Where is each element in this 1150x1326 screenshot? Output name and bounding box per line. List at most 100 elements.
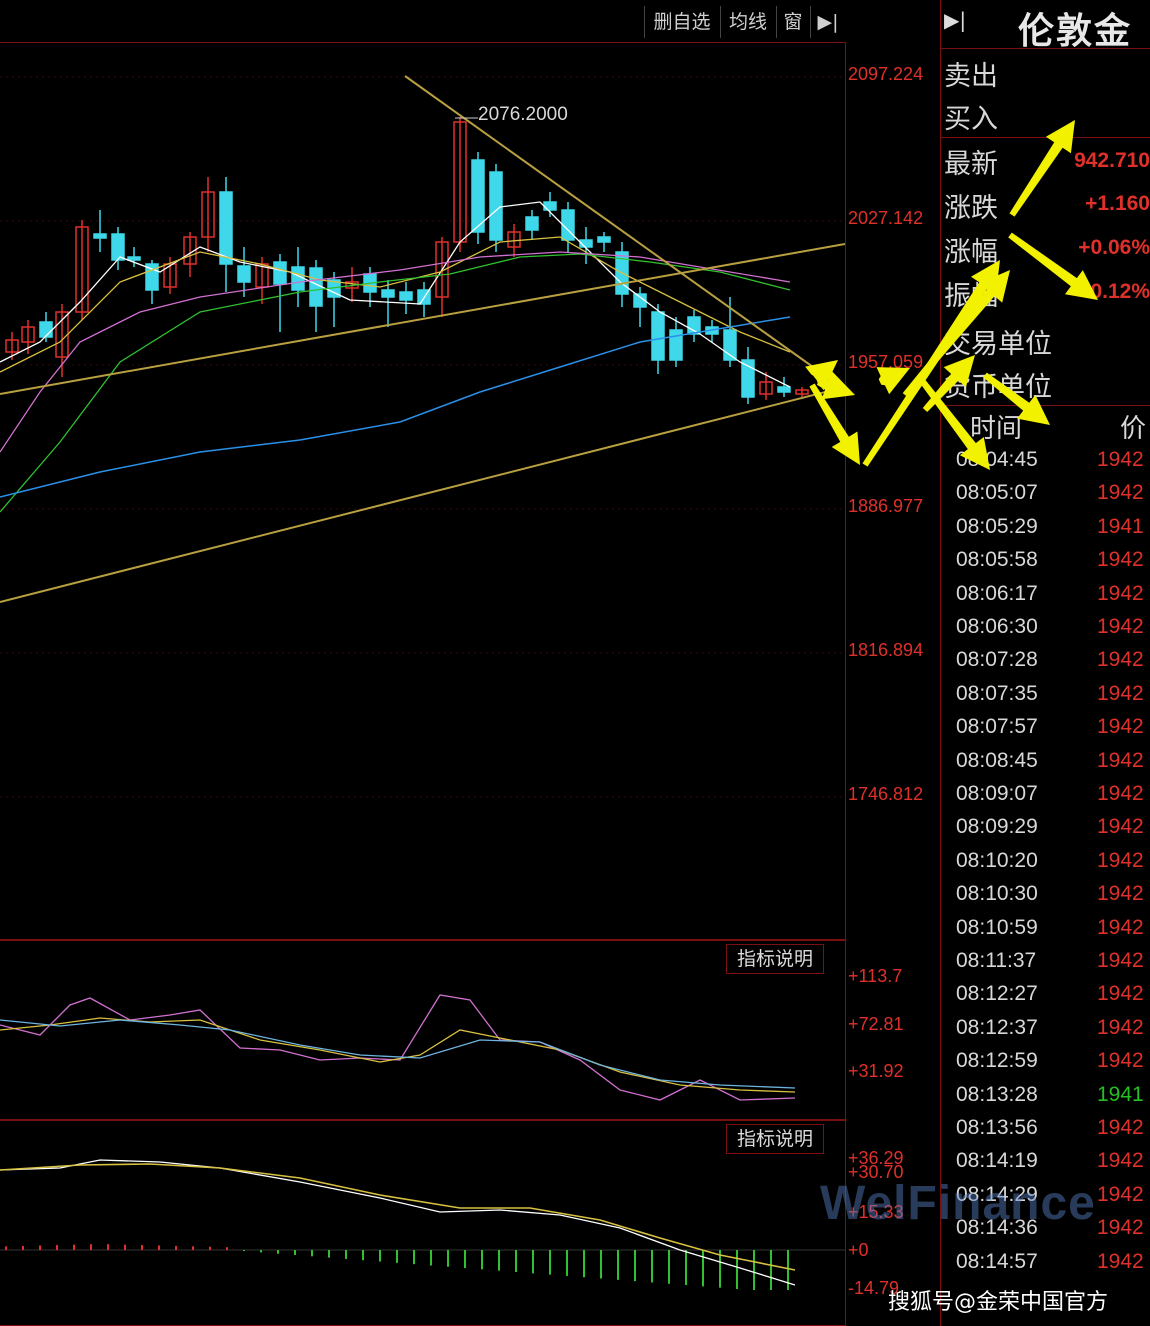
tick-time: 08:10:30 [956,882,1038,906]
tick-row: 08:12:59 1942 [940,1045,1150,1078]
trendline [404,75,821,373]
tick-time: 08:09:29 [956,815,1038,839]
axis-label: +113.7 [848,966,903,986]
tick-row: 08:07:57 1942 [940,711,1150,744]
tick-price: 1942 [1097,448,1144,471]
tick-row: 08:09:07 1942 [940,778,1150,811]
tick-time: 08:06:17 [956,581,1038,605]
candle-body [597,236,611,243]
tick-price: 1942 [1097,1015,1144,1039]
tick-time: 08:12:59 [956,1049,1038,1073]
candle-body [93,233,107,239]
divider [940,405,1150,406]
tick-row: 08:12:27 1942 [940,978,1150,1011]
tick-row: 08:07:28 1942 [940,644,1150,677]
tick-row: 08:13:28 1941 [940,1079,1150,1112]
trendline [0,386,845,603]
window-button[interactable]: 窗 [776,6,809,38]
tick-row: 08:12:37 1942 [940,1012,1150,1045]
tick-price: 1942 [1097,915,1144,939]
tick-row: 08:05:07 1942 [940,477,1150,510]
latest-value: 942.710 [1074,149,1150,172]
divider [940,48,1150,49]
tick-price: 1942 [1097,748,1144,772]
pct-value: +0.06% [1078,236,1150,259]
tick-row: 08:14:57 1942 [940,1246,1150,1279]
tick-price: 1942 [1097,982,1144,1006]
tick-row: 08:10:30 1942 [940,878,1150,911]
kline-chart[interactable] [0,42,845,940]
instrument-title: 伦敦金 [1018,11,1133,52]
tick-price: 1942 [1097,782,1144,805]
change-label: 涨跌 [944,193,998,224]
source-caption: 搜狐号@金荣中国官方 [888,1290,1109,1315]
candle-body [237,265,251,283]
price-column-header: 价 [1120,414,1147,444]
amplitude-value: +0.12% [1078,280,1150,303]
buy-label: 买入 [944,104,998,135]
tick-row: 08:13:56 1942 [940,1112,1150,1145]
tick-row: 08:08:45 1942 [940,745,1150,778]
candle-body [687,316,701,335]
tick-price: 1941 [1097,1082,1144,1106]
tick-row: 08:05:29 1941 [940,511,1150,544]
sell-label: 卖出 [944,61,998,92]
tick-price: 1941 [1097,514,1144,538]
latest-label: 最新 [944,149,998,180]
delete-watchlist-button[interactable]: 删自选 [644,6,719,38]
tick-row: 08:06:17 1942 [940,578,1150,611]
axis-label: 1957.059 [848,352,924,372]
pct-label: 涨幅 [944,237,998,268]
tick-time: 08:04:45 [956,448,1038,471]
tick-price: 1942 [1097,1116,1144,1139]
tick-time: 08:13:28 [956,1082,1038,1106]
axis-label: +31.92 [848,1061,904,1081]
tick-row: 08:14:19 1942 [940,1145,1150,1178]
expand-arrow-icon[interactable]: ▶| [810,6,845,38]
tick-row: 08:07:35 1942 [940,678,1150,711]
tick-time: 08:10:59 [956,915,1038,939]
tick-price: 1942 [1097,882,1144,906]
panel-collapse-icon[interactable]: ▶| [944,8,966,32]
watermark-logo: WelFinance [820,1177,1096,1230]
tick-price: 1942 [1097,715,1144,739]
tick-price: 1942 [1097,1049,1144,1073]
tick-row: 08:05:58 1942 [940,544,1150,577]
time-column-header: 时间 [970,414,1023,444]
candle-body [309,267,323,307]
candle-body [543,201,557,211]
candle-body [489,171,503,241]
candle-body [471,159,485,233]
candle-body [777,386,791,393]
tick-time: 08:06:30 [956,615,1038,638]
divider [940,137,1150,138]
price-axis: 2097.224 2027.142 1957.059 1886.977 1816… [846,42,940,940]
axis-label: +72.81 [848,1014,904,1034]
amplitude-label: 振幅 [944,281,998,312]
tick-row: 08:10:20 1942 [940,845,1150,878]
tick-time: 08:07:28 [956,648,1038,672]
tick-price: 1942 [1097,1216,1144,1240]
tick-price: 1942 [1097,548,1144,572]
axis-label: 1886.977 [848,496,924,516]
axis-label: 2097.224 [848,64,924,84]
ma-line-button[interactable]: 均线 [720,6,775,38]
tick-time: 08:07:35 [956,681,1038,705]
axis-label: 1816.894 [848,640,924,660]
tick-price: 1942 [1097,815,1144,839]
candle-body [669,329,683,361]
candle-body [651,311,665,361]
tick-row: 08:06:30 1942 [940,611,1150,644]
indicator1-axis: +113.7 +72.81 +31.92 [846,940,940,1120]
change-value: +1.160 [1085,192,1150,215]
tick-row: 08:11:37 1942 [940,945,1150,978]
trade-unit-label: 交易单位 [944,329,1052,360]
tick-price: 1942 [1097,1149,1144,1173]
tick-time: 08:08:45 [956,748,1038,772]
tick-time: 08:14:57 [956,1249,1038,1273]
top-toolbar: 删自选 均线 窗 ▶| [0,0,845,43]
tick-time: 08:12:27 [956,982,1038,1006]
tick-price: 1942 [1097,648,1144,672]
candle-body [381,289,395,298]
tick-time: 08:05:58 [956,548,1038,572]
